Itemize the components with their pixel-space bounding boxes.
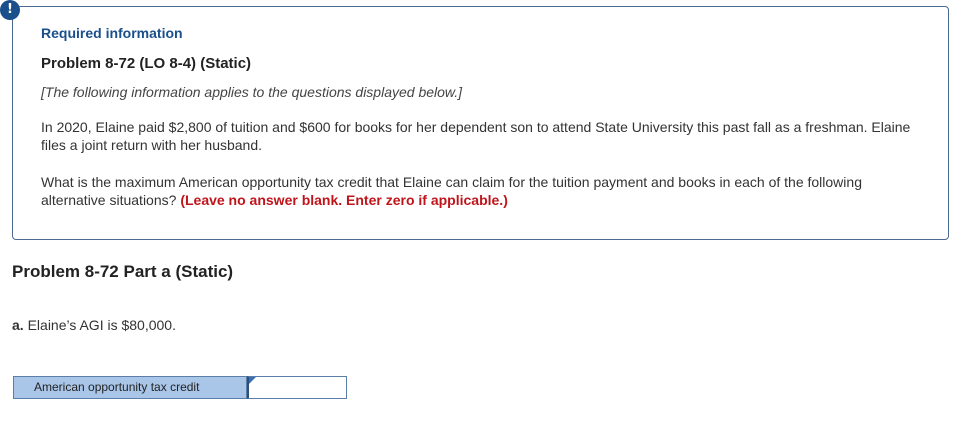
part-heading: Problem 8-72 Part a (Static) [12,262,234,281]
answer-row: American opportunity tax credit [13,376,347,399]
question-paragraph: What is the maximum American opportunity… [41,173,911,209]
input-flag-icon [249,377,256,384]
credit-answer-input[interactable] [247,376,347,399]
problem-paragraph: In 2020, Elaine paid $2,800 of tuition a… [41,119,911,153]
part-letter: a. [12,317,24,333]
answer-label: American opportunity tax credit [13,376,247,399]
part-question: a. Elaine’s AGI is $80,000. [12,317,176,333]
answer-instruction: (Leave no answer blank. Enter zero if ap… [180,192,508,208]
problem-title: Problem 8-72 (LO 8-4) (Static) [41,55,252,72]
part-question-text: Elaine’s AGI is $80,000. [27,317,176,333]
alert-icon: ! [0,0,20,20]
required-information-label: Required information [41,25,183,41]
info-note: [The following information applies to th… [41,84,463,100]
